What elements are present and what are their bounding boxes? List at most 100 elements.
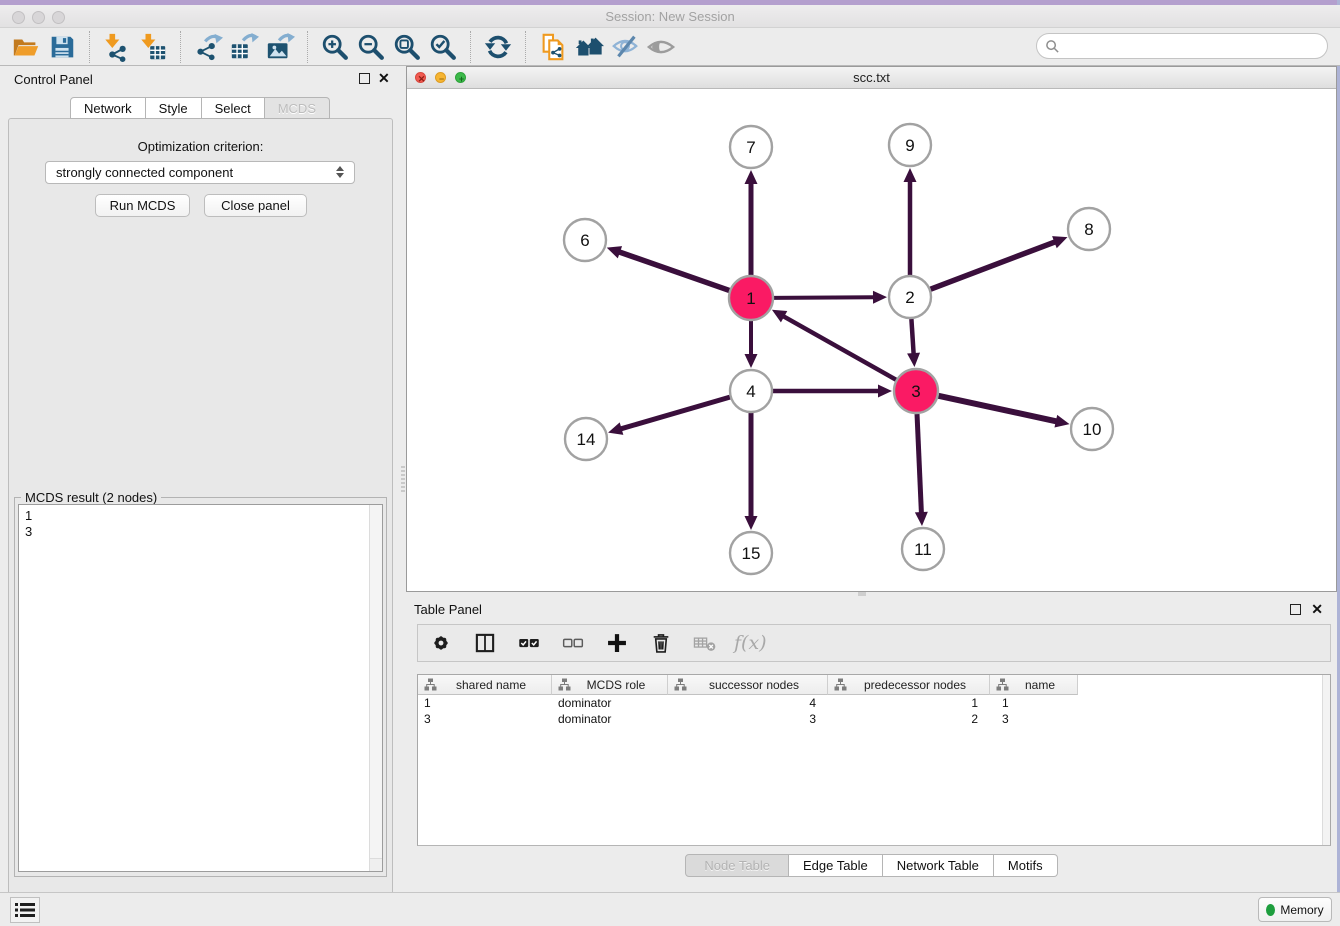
zoom-out-icon[interactable] (353, 30, 389, 64)
node-label-10: 10 (1083, 420, 1102, 439)
import-table-icon[interactable] (135, 30, 171, 64)
tab-select[interactable]: Select (202, 97, 265, 119)
result-line: 1 (25, 508, 382, 524)
close-panel-icon[interactable]: ✕ (378, 70, 390, 87)
network-window-titlebar: ✕ − + scc.txt (407, 67, 1336, 89)
run-mcds-button[interactable]: Run MCDS (95, 194, 190, 217)
duplicate-network-icon[interactable] (535, 30, 571, 64)
tab-network-table[interactable]: Network Table (883, 854, 994, 877)
save-session-icon[interactable] (44, 30, 80, 64)
table-tabs: Node Table Edge Table Network Table Moti… (406, 854, 1337, 877)
table-cell[interactable]: 1 (828, 695, 990, 711)
network-canvas[interactable]: 1234678910111415 (407, 89, 1336, 591)
network-window-title: scc.txt (407, 70, 1336, 85)
table-row[interactable]: 3dominator323 (418, 711, 1330, 727)
column-header-successor-nodes[interactable]: successor nodes (668, 675, 828, 695)
hide-selected-icon[interactable] (607, 30, 643, 64)
table-cell[interactable]: 1 (990, 695, 1078, 711)
edge-2-8[interactable] (931, 242, 1056, 289)
zoom-selected-icon[interactable] (425, 30, 461, 64)
import-network-icon[interactable] (99, 30, 135, 64)
toolbar-separator (307, 31, 308, 63)
main-toolbar (0, 28, 1340, 66)
control-panel-title: Control Panel (14, 72, 93, 87)
memory-label: Memory (1280, 903, 1323, 917)
result-scrollbar[interactable] (369, 505, 382, 858)
column-header-shared-name[interactable]: shared name (418, 675, 552, 695)
result-scroll-corner (369, 858, 382, 871)
table-cell[interactable]: 4 (668, 695, 828, 711)
table-row[interactable]: 1dominator411 (418, 695, 1330, 711)
column-header-MCDS-role[interactable]: MCDS role (552, 675, 668, 695)
column-header-name[interactable]: name (990, 675, 1078, 695)
zoom-in-icon[interactable] (317, 30, 353, 64)
zoom-fit-icon[interactable] (389, 30, 425, 64)
table-cell[interactable]: 3 (990, 711, 1078, 727)
delete-table-icon[interactable] (690, 626, 720, 660)
delete-column-icon[interactable] (646, 626, 676, 660)
node-label-9: 9 (905, 136, 914, 155)
export-image-icon[interactable] (262, 30, 298, 64)
select-all-icon[interactable] (514, 626, 544, 660)
table-cell[interactable]: 1 (418, 695, 552, 711)
edge-1-6[interactable] (619, 252, 729, 291)
export-network-icon[interactable] (190, 30, 226, 64)
table-cell[interactable]: 2 (828, 711, 990, 727)
tab-style[interactable]: Style (146, 97, 202, 119)
tab-network[interactable]: Network (70, 97, 146, 119)
refresh-icon[interactable] (480, 30, 516, 64)
edge-3-11[interactable] (917, 414, 921, 513)
list-icon (15, 902, 35, 918)
search-icon (1045, 39, 1060, 54)
gear-icon[interactable] (426, 626, 456, 660)
deselect-all-icon[interactable] (558, 626, 588, 660)
table-header-row: shared nameMCDS rolesuccessor nodesprede… (418, 675, 1330, 695)
column-layout-icon[interactable] (470, 626, 500, 660)
export-table-icon[interactable] (226, 30, 262, 64)
node-label-2: 2 (905, 288, 914, 307)
table-cell[interactable]: 3 (668, 711, 828, 727)
column-header-predecessor-nodes[interactable]: predecessor nodes (828, 675, 990, 695)
first-neighbors-icon[interactable] (571, 30, 607, 64)
criterion-dropdown[interactable]: strongly connected component (45, 161, 355, 184)
memory-status-icon (1266, 904, 1275, 916)
search-input[interactable] (1060, 39, 1310, 54)
toolbar-separator (470, 31, 471, 63)
show-all-icon[interactable] (643, 30, 679, 64)
close-panel-button[interactable]: Close panel (204, 194, 307, 217)
table-cell[interactable]: dominator (552, 711, 668, 727)
function-builder-icon[interactable]: f(x) (734, 632, 767, 654)
tab-mcds[interactable]: MCDS (265, 97, 330, 119)
node-label-6: 6 (580, 231, 589, 250)
add-column-icon[interactable] (602, 626, 632, 660)
tab-node-table[interactable]: Node Table (685, 854, 789, 877)
mcds-result-textarea[interactable]: 1 3 (18, 504, 383, 872)
edge-3-10[interactable] (938, 396, 1056, 422)
table-cell[interactable]: 3 (418, 711, 552, 727)
status-bar: Memory (0, 892, 1340, 926)
edge-4-14[interactable] (621, 397, 730, 429)
node-label-4: 4 (746, 382, 755, 401)
edge-2-3[interactable] (911, 319, 913, 354)
edge-3-1[interactable] (783, 316, 896, 380)
tab-motifs[interactable]: Motifs (994, 854, 1058, 877)
float-table-panel-icon[interactable] (1290, 604, 1301, 615)
network-view-window: ✕ − + scc.txt 1234678910111415 (406, 66, 1337, 592)
table-scrollbar[interactable] (1322, 675, 1330, 845)
close-table-panel-icon[interactable]: ✕ (1311, 601, 1323, 618)
float-panel-icon[interactable] (359, 73, 370, 84)
search-box[interactable] (1036, 33, 1328, 59)
memory-button[interactable]: Memory (1258, 897, 1332, 922)
control-panel-header: Control Panel ✕ (0, 66, 400, 92)
table-panel: Table Panel ✕ f(x) shared nameMCDS roles… (406, 596, 1337, 892)
edge-1-2[interactable] (774, 297, 874, 298)
tab-edge-table[interactable]: Edge Table (789, 854, 883, 877)
node-label-11: 11 (914, 540, 932, 559)
main-titlebar: Session: New Session (0, 5, 1340, 28)
table-cell[interactable]: dominator (552, 695, 668, 711)
mcds-result-groupbox: MCDS result (2 nodes) 1 3 (14, 497, 387, 877)
open-file-icon[interactable] (8, 30, 44, 64)
result-line: 3 (25, 524, 382, 540)
task-history-button[interactable] (10, 897, 40, 923)
control-panel: Control Panel ✕ Network Style Select MCD… (0, 66, 400, 892)
